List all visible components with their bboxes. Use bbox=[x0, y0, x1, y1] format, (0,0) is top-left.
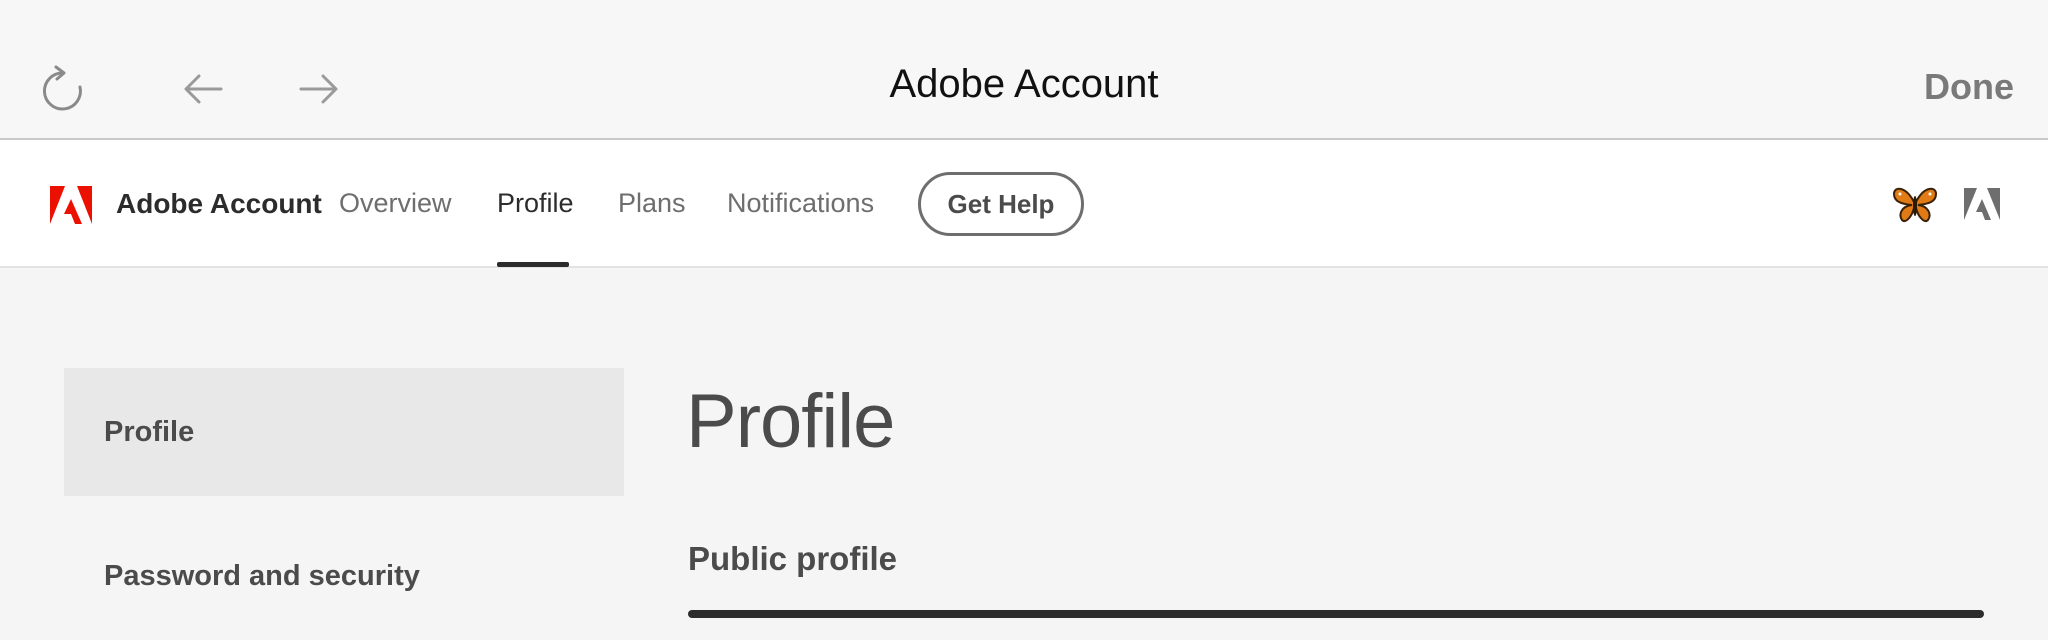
page-title: Profile bbox=[686, 379, 895, 464]
tab-profile[interactable]: Profile bbox=[497, 188, 574, 219]
adobe-logo-icon[interactable] bbox=[50, 186, 92, 224]
sidebar-item-profile[interactable]: Profile bbox=[64, 368, 624, 496]
active-tab-indicator bbox=[497, 262, 569, 267]
tab-overview[interactable]: Overview bbox=[339, 188, 452, 219]
section-divider bbox=[688, 610, 1984, 618]
site-navigation: Adobe Account Overview Profile Plans Not… bbox=[0, 140, 2048, 268]
brand-name[interactable]: Adobe Account bbox=[116, 188, 322, 220]
section-title-public-profile: Public profile bbox=[688, 540, 898, 577]
sidebar-item-password-security[interactable]: Password and security bbox=[64, 512, 624, 640]
butterfly-avatar-icon[interactable] bbox=[1892, 184, 1938, 224]
tab-plans[interactable]: Plans bbox=[618, 188, 686, 219]
webview-toolbar: Adobe Account Done bbox=[0, 0, 2048, 140]
get-help-button[interactable]: Get Help bbox=[918, 172, 1084, 236]
done-button[interactable]: Done bbox=[1924, 66, 2014, 108]
tab-notifications[interactable]: Notifications bbox=[727, 188, 874, 219]
webview-title: Adobe Account bbox=[889, 62, 1159, 106]
adobe-apps-icon[interactable] bbox=[1964, 188, 2000, 220]
